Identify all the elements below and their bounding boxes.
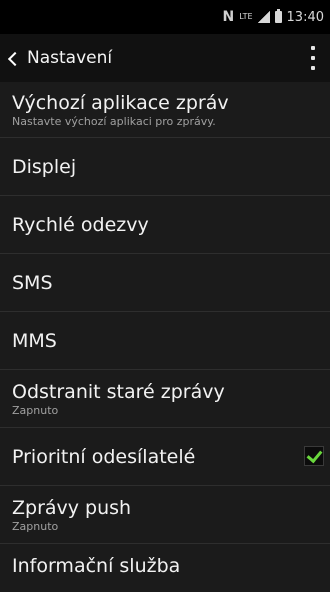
setting-display[interactable]: Displej — [0, 138, 330, 196]
setting-title: Rychlé odezvy — [12, 213, 149, 236]
setting-subtitle: Zapnuto — [12, 519, 59, 533]
status-time: 13:40 — [286, 9, 324, 25]
setting-title: Displej — [12, 155, 77, 178]
nfc-icon: N — [222, 9, 235, 25]
setting-title: Odstranit staré zprávy — [12, 380, 225, 403]
priority-senders-checkbox[interactable] — [304, 445, 324, 466]
signal-icon — [257, 11, 270, 23]
app-bar: Nastavení — [0, 34, 330, 82]
setting-title: SMS — [12, 271, 53, 294]
setting-title: Zprávy push — [12, 496, 132, 519]
setting-push-messages[interactable]: Zprávy push Zapnuto — [0, 486, 330, 544]
setting-cell-broadcast[interactable]: Informační služba — [0, 544, 330, 584]
setting-quick-responses[interactable]: Rychlé odezvy — [0, 196, 330, 254]
setting-subtitle: Zapnuto — [12, 403, 59, 417]
setting-sms[interactable]: SMS — [0, 254, 330, 312]
setting-priority-senders[interactable]: Prioritní odesílatelé — [0, 428, 330, 486]
more-options-button[interactable] — [308, 46, 318, 70]
setting-delete-old-messages[interactable]: Odstranit staré zprávy Zapnuto — [0, 370, 330, 428]
back-button[interactable]: Nastavení — [0, 34, 112, 82]
setting-subtitle: Nastavte výchozí aplikaci pro zprávy. — [12, 114, 216, 128]
more-vert-icon — [311, 46, 315, 50]
chevron-left-icon — [7, 51, 23, 66]
setting-mms[interactable]: MMS — [0, 312, 330, 370]
setting-title: Informační služba — [12, 555, 181, 577]
settings-list: Výchozí aplikace zpráv Nastavte výchozí … — [0, 82, 330, 584]
setting-title: MMS — [12, 329, 57, 352]
lte-icon: LTE — [239, 12, 253, 21]
setting-default-messaging-app[interactable]: Výchozí aplikace zpráv Nastavte výchozí … — [0, 82, 330, 138]
setting-title: Výchozí aplikace zpráv — [12, 91, 229, 114]
battery-icon — [274, 9, 282, 23]
setting-title: Prioritní odesílatelé — [12, 445, 196, 468]
page-title: Nastavení — [27, 48, 113, 68]
status-bar: N LTE 13:40 — [0, 0, 330, 34]
